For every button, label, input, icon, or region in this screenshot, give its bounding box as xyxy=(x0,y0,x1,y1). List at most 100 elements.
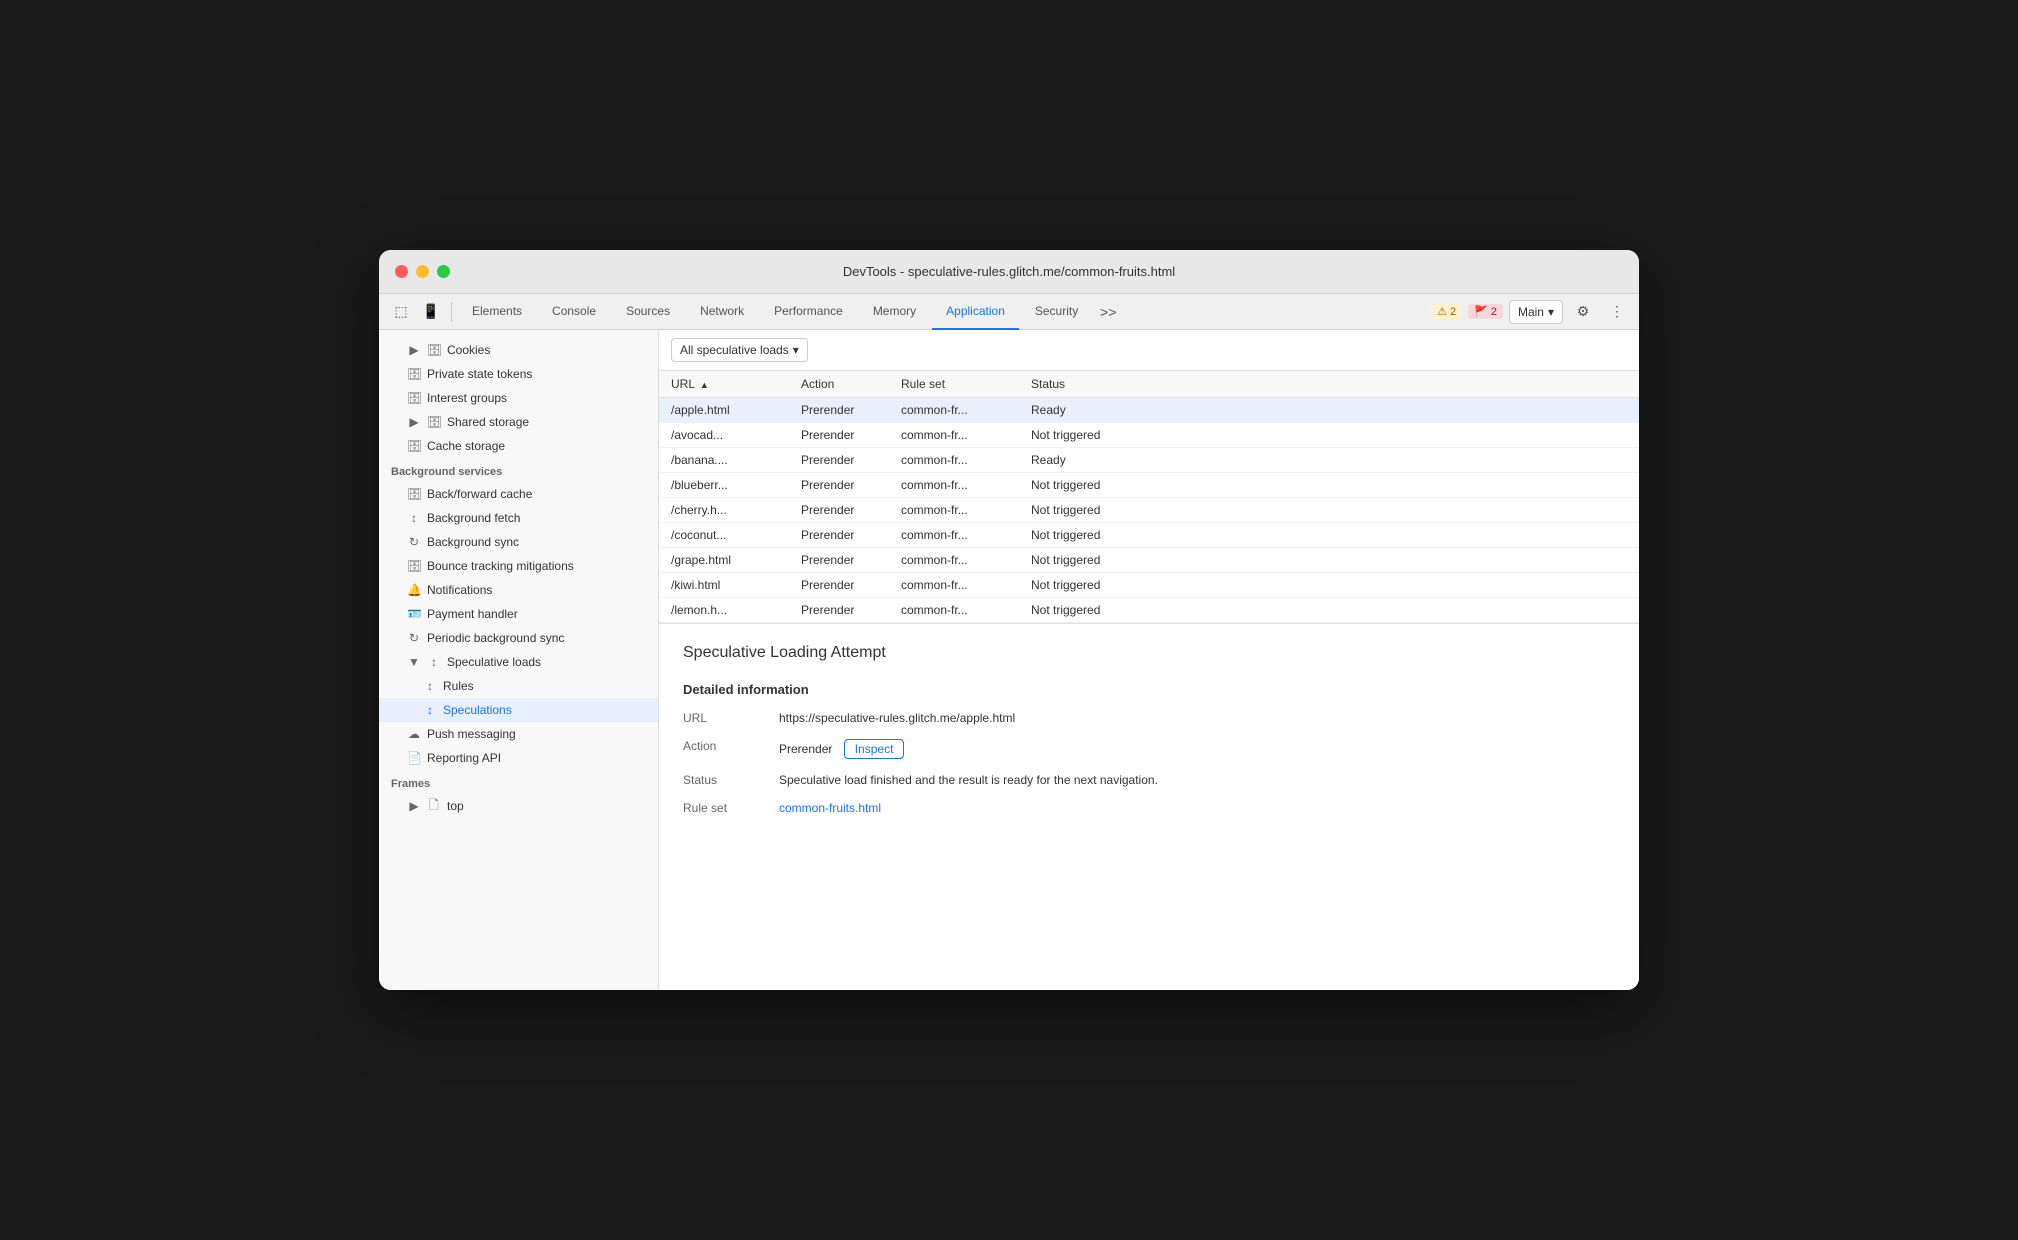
cell-action: Prerender xyxy=(789,473,889,498)
tab-console[interactable]: Console xyxy=(538,294,610,330)
cell-action: Prerender xyxy=(789,548,889,573)
cell-ruleset: common-fr... xyxy=(889,448,1019,473)
error-badge[interactable]: 🚩 2 xyxy=(1468,304,1503,319)
cell-status: Not triggered xyxy=(1019,498,1639,523)
table-row[interactable]: /kiwi.html Prerender common-fr... Not tr… xyxy=(659,573,1639,598)
sidebar-label: Rules xyxy=(443,679,474,693)
sidebar-label: Back/forward cache xyxy=(427,487,532,501)
col-action[interactable]: Action xyxy=(789,371,889,398)
settings-icon[interactable]: ⚙ xyxy=(1569,298,1597,326)
cell-ruleset: common-fr... xyxy=(889,573,1019,598)
tab-elements[interactable]: Elements xyxy=(458,294,536,330)
col-status[interactable]: Status xyxy=(1019,371,1639,398)
sidebar-item-speculations[interactable]: ↕ Speculations xyxy=(379,698,658,722)
database-icon: 🗄 xyxy=(407,559,421,573)
warning-badge[interactable]: ⚠ 2 xyxy=(1431,304,1462,319)
sidebar-item-bounce-tracking[interactable]: 🗄 Bounce tracking mitigations xyxy=(379,554,658,578)
sidebar-item-reporting-api[interactable]: 📄 Reporting API xyxy=(379,746,658,770)
table-row[interactable]: /grape.html Prerender common-fr... Not t… xyxy=(659,548,1639,573)
speculations-table-container: URL ▲ Action Rule set Status /apple.html… xyxy=(659,371,1639,624)
detail-action-row: Action Prerender Inspect xyxy=(683,739,1615,759)
chevron-down-icon: ▾ xyxy=(1548,305,1554,319)
cell-status: Not triggered xyxy=(1019,523,1639,548)
sidebar-item-notifications[interactable]: 🔔 Notifications xyxy=(379,578,658,602)
sort-icon: ▲ xyxy=(700,380,709,390)
sidebar-item-cache-storage[interactable]: 🗄 Cache storage xyxy=(379,434,658,458)
table-row[interactable]: /lemon.h... Prerender common-fr... Not t… xyxy=(659,598,1639,623)
cell-status: Ready xyxy=(1019,448,1639,473)
status-label: Status xyxy=(683,773,763,787)
sidebar-label: Speculative loads xyxy=(447,655,541,669)
detail-status-row: Status Speculative load finished and the… xyxy=(683,773,1615,787)
sidebar-item-periodic-bg-sync[interactable]: ↻ Periodic background sync xyxy=(379,626,658,650)
action-value: Prerender Inspect xyxy=(779,739,1615,759)
arrows-icon: ↕ xyxy=(423,703,437,717)
tab-network[interactable]: Network xyxy=(686,294,758,330)
more-tabs-icon[interactable]: >> xyxy=(1094,298,1122,326)
chevron-down-icon: ▾ xyxy=(793,343,799,357)
tab-memory[interactable]: Memory xyxy=(859,294,930,330)
sidebar-item-cookies[interactable]: ▶ 🗄 Cookies xyxy=(379,338,658,362)
cell-action: Prerender xyxy=(789,523,889,548)
cell-status: Ready xyxy=(1019,398,1639,423)
tab-security[interactable]: Security xyxy=(1021,294,1092,330)
sidebar-item-top[interactable]: ▶ 🗋 top xyxy=(379,794,658,818)
sidebar-item-interest-groups[interactable]: 🗄 Interest groups xyxy=(379,386,658,410)
sidebar-item-back-forward-cache[interactable]: 🗄 Back/forward cache xyxy=(379,482,658,506)
main-target-dropdown[interactable]: Main ▾ xyxy=(1509,300,1563,324)
inspect-element-icon[interactable]: ⬚ xyxy=(387,298,415,326)
table-row[interactable]: /cherry.h... Prerender common-fr... Not … xyxy=(659,498,1639,523)
cell-url: /lemon.h... xyxy=(659,598,789,623)
inspect-button[interactable]: Inspect xyxy=(844,739,905,759)
table-row[interactable]: /avocad... Prerender common-fr... Not tr… xyxy=(659,423,1639,448)
ruleset-link[interactable]: common-fruits.html xyxy=(779,801,1615,815)
maximize-button[interactable] xyxy=(437,265,450,278)
sidebar-item-payment-handler[interactable]: 🪪 Payment handler xyxy=(379,602,658,626)
sidebar-item-speculative-loads[interactable]: ▼ ↕ Speculative loads xyxy=(379,650,658,674)
device-mode-icon[interactable]: 📱 xyxy=(417,298,445,326)
col-ruleset[interactable]: Rule set xyxy=(889,371,1019,398)
more-options-icon[interactable]: ⋮ xyxy=(1603,298,1631,326)
cell-action: Prerender xyxy=(789,598,889,623)
sidebar-item-push-messaging[interactable]: ☁ Push messaging xyxy=(379,722,658,746)
table-row[interactable]: /coconut... Prerender common-fr... Not t… xyxy=(659,523,1639,548)
sidebar-item-background-fetch[interactable]: ↕ Background fetch xyxy=(379,506,658,530)
tab-performance[interactable]: Performance xyxy=(760,294,857,330)
sidebar-label: Speculations xyxy=(443,703,512,717)
table-row[interactable]: /banana.... Prerender common-fr... Ready xyxy=(659,448,1639,473)
sidebar-item-rules[interactable]: ↕ Rules xyxy=(379,674,658,698)
detail-panel: Speculative Loading Attempt Detailed inf… xyxy=(659,624,1639,849)
cell-ruleset: common-fr... xyxy=(889,423,1019,448)
filter-dropdown[interactable]: All speculative loads ▾ xyxy=(671,338,808,362)
table-body: /apple.html Prerender common-fr... Ready… xyxy=(659,398,1639,623)
cell-url: /blueberr... xyxy=(659,473,789,498)
sidebar-label: Background fetch xyxy=(427,511,520,525)
col-url[interactable]: URL ▲ xyxy=(659,371,789,398)
database-icon: 🗄 xyxy=(427,415,441,429)
database-icon: 🗄 xyxy=(407,439,421,453)
warn-count: 2 xyxy=(1450,306,1456,318)
sidebar-item-private-state-tokens[interactable]: 🗄 Private state tokens xyxy=(379,362,658,386)
tab-application[interactable]: Application xyxy=(932,294,1019,330)
close-button[interactable] xyxy=(395,265,408,278)
cell-ruleset: common-fr... xyxy=(889,498,1019,523)
sidebar-label: Cookies xyxy=(447,343,490,357)
sidebar: ▶ 🗄 Cookies 🗄 Private state tokens 🗄 Int… xyxy=(379,330,659,990)
main-layout: ▶ 🗄 Cookies 🗄 Private state tokens 🗄 Int… xyxy=(379,330,1639,990)
expand-icon: ▶ xyxy=(407,343,421,357)
sidebar-label: top xyxy=(447,799,464,813)
window-title: DevTools - speculative-rules.glitch.me/c… xyxy=(843,264,1175,279)
cell-url: /banana.... xyxy=(659,448,789,473)
content-area: All speculative loads ▾ URL ▲ Action xyxy=(659,330,1639,990)
bg-services-header: Background services xyxy=(379,458,658,482)
sidebar-item-shared-storage[interactable]: ▶ 🗄 Shared storage xyxy=(379,410,658,434)
tab-sources[interactable]: Sources xyxy=(612,294,684,330)
table-row[interactable]: /apple.html Prerender common-fr... Ready xyxy=(659,398,1639,423)
table-row[interactable]: /blueberr... Prerender common-fr... Not … xyxy=(659,473,1639,498)
sidebar-label: Interest groups xyxy=(427,391,507,405)
detail-url-row: URL https://speculative-rules.glitch.me/… xyxy=(683,711,1615,725)
cloud-icon: ☁ xyxy=(407,727,421,741)
toolbar-right: ⚠ 2 🚩 2 Main ▾ ⚙ ⋮ xyxy=(1431,298,1631,326)
minimize-button[interactable] xyxy=(416,265,429,278)
sidebar-item-background-sync[interactable]: ↻ Background sync xyxy=(379,530,658,554)
